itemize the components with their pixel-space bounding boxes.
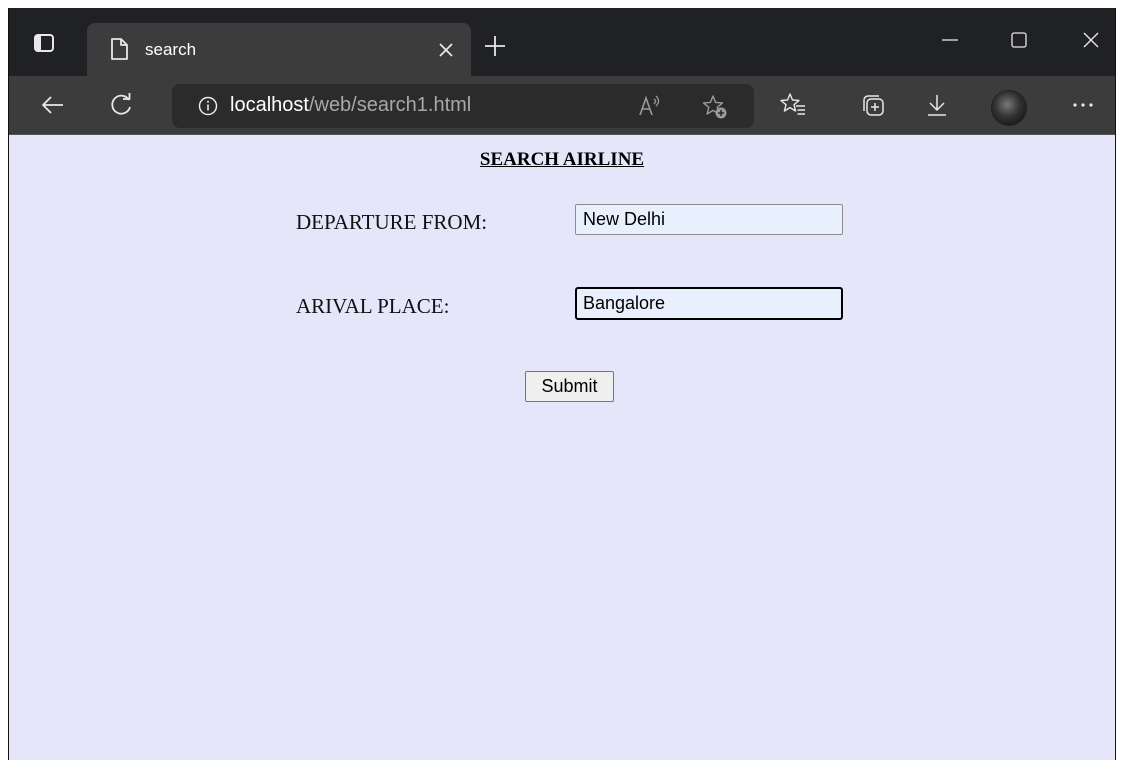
browser-window: search localhost/web/search1.html SEARCH… [8,8,1116,760]
url-path: /web/search1.html [308,94,472,116]
back-arrow-icon[interactable] [39,91,67,119]
avatar[interactable] [991,90,1027,126]
tab-strip: search [9,8,1115,76]
collections-icon[interactable] [859,91,887,119]
submit-button[interactable]: Submit [525,371,614,402]
close-window-icon[interactable] [1077,26,1105,54]
close-icon[interactable] [437,41,455,59]
url-host: localhost [230,94,309,116]
page-title: SEARCH AIRLINE [479,149,645,170]
favorites-icon[interactable] [779,91,807,119]
more-icon[interactable] [1069,91,1097,119]
download-icon[interactable] [923,91,951,119]
arrival-input[interactable] [575,287,843,320]
tab-search[interactable]: search [87,23,471,76]
departure-label: DEPARTURE FROM: [296,210,488,234]
read-aloud-icon[interactable] [638,95,662,117]
maximize-icon[interactable] [1005,26,1033,54]
tab-actions-icon[interactable] [31,30,57,56]
departure-input[interactable] [575,204,843,235]
refresh-icon[interactable] [107,91,135,119]
plus-icon[interactable] [483,34,507,58]
info-icon[interactable] [198,96,218,116]
page-content: SEARCH AIRLINE DEPARTURE FROM: ARIVAL PL… [9,135,1115,760]
add-favorite-icon[interactable] [702,94,728,120]
page-icon [109,38,129,60]
address-bar[interactable]: localhost/web/search1.html [172,84,754,128]
url-text[interactable]: localhost/web/search1.html [230,94,471,117]
minimize-icon[interactable] [936,26,964,54]
browser-toolbar: localhost/web/search1.html [9,76,1115,135]
arrival-label: ARIVAL PLACE: [296,294,450,318]
tab-title: search [145,40,197,59]
